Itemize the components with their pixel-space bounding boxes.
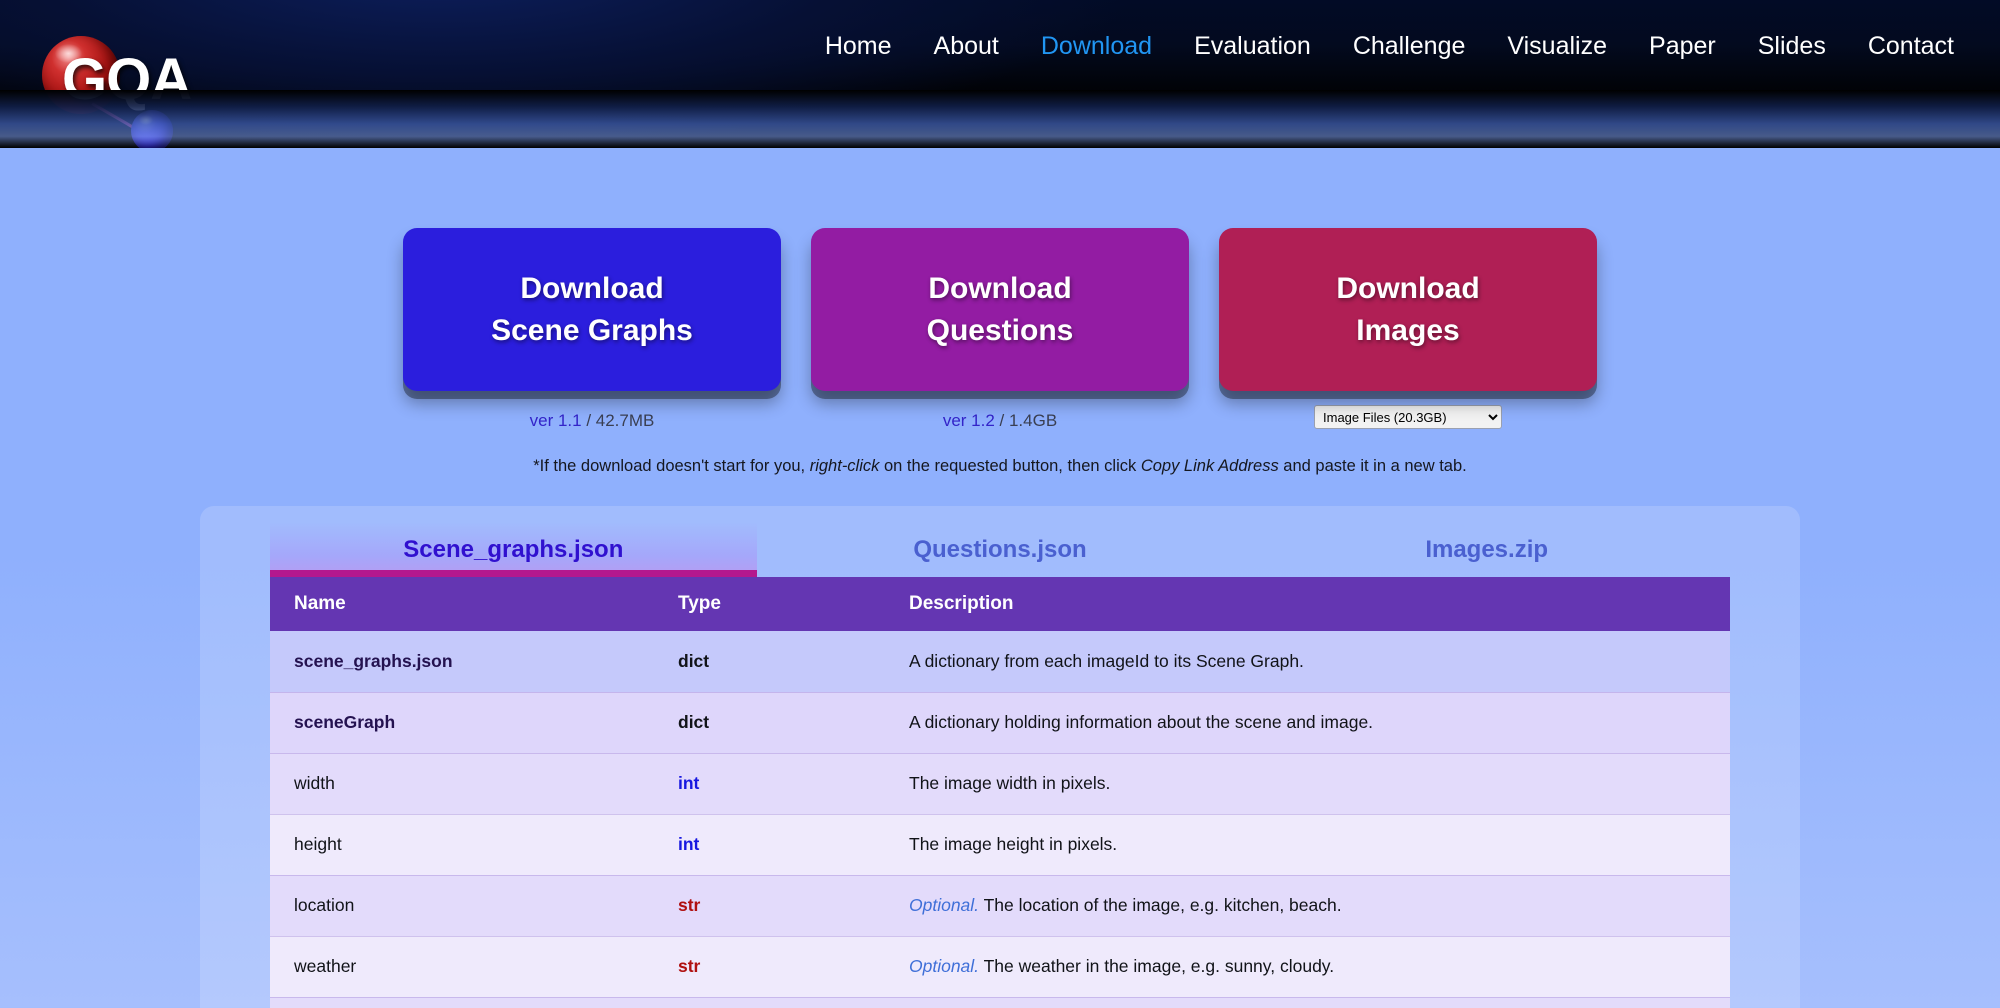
description-text: The image height in pixels. xyxy=(909,834,1117,854)
questions-meta: ver 1.2 / 1.4GB xyxy=(943,411,1057,431)
footnote-part-1: *If the download doesn't start for you, xyxy=(533,457,809,475)
site-header: GQA Home About Download Evaluation Chall… xyxy=(0,0,2000,148)
header-gradient-fade xyxy=(0,90,2000,148)
type-token: dict xyxy=(678,712,709,732)
download-images-group: Download Images Image Files (20.3GB) xyxy=(1219,228,1597,429)
row-name: width xyxy=(270,753,652,814)
row-description: The image height in pixels. xyxy=(885,814,1730,875)
row-type: dict xyxy=(652,631,885,692)
button-line-1: Download xyxy=(520,270,663,308)
table-row: weather str Optional. The weather in the… xyxy=(270,936,1730,997)
download-scene-graphs-group: Download Scene Graphs ver 1.1 / 42.7MB xyxy=(403,228,781,431)
row-description: Optional. The location of the image, e.g… xyxy=(885,875,1730,936)
nav-item-visualize[interactable]: Visualize xyxy=(1507,32,1607,61)
row-description: A dictionary from each imageId to its Sc… xyxy=(885,631,1730,692)
footnote-part-2: on the requested button, then click xyxy=(879,457,1140,475)
row-type: str xyxy=(652,936,885,997)
image-files-select[interactable]: Image Files (20.3GB) xyxy=(1314,405,1502,429)
optional-marker: Optional. xyxy=(909,956,979,976)
footnote-part-3: and paste it in a new tab. xyxy=(1279,457,1467,475)
download-images-button[interactable]: Download Images xyxy=(1219,228,1597,391)
type-token: str xyxy=(678,956,700,976)
download-footnote: *If the download doesn't start for you, … xyxy=(0,457,2000,476)
row-description: Optional. The weather in the image, e.g.… xyxy=(885,936,1730,997)
table-row: height int The image height in pixels. xyxy=(270,814,1730,875)
table-header-row: Name Type Description xyxy=(270,577,1730,631)
button-line-2: Images xyxy=(1356,312,1459,350)
download-questions-group: Download Questions ver 1.2 / 1.4GB xyxy=(811,228,1189,431)
row-description: A dictionary holding information about t… xyxy=(885,692,1730,753)
row-name: scene_graphs.json xyxy=(270,631,652,692)
tab-questions-json[interactable]: Questions.json xyxy=(757,522,1244,577)
row-type: int xyxy=(652,753,885,814)
table-row xyxy=(270,997,1730,1008)
row-name: weather xyxy=(270,936,652,997)
description-text: The image width in pixels. xyxy=(909,773,1110,793)
row-description xyxy=(885,997,1730,1008)
scene-graphs-size: / 42.7MB xyxy=(586,411,654,430)
nav-item-about[interactable]: About xyxy=(934,32,999,61)
description-text: The weather in the image, e.g. sunny, cl… xyxy=(979,956,1334,976)
row-type: int xyxy=(652,814,885,875)
nav-item-paper[interactable]: Paper xyxy=(1649,32,1716,61)
button-line-2: Questions xyxy=(927,312,1074,350)
schema-table: Name Type Description scene_graphs.json … xyxy=(270,577,1730,1008)
row-description: The image width in pixels. xyxy=(885,753,1730,814)
table-body: scene_graphs.json dict A dictionary from… xyxy=(270,631,1730,1008)
footnote-emphasis-copy-link: Copy Link Address xyxy=(1141,457,1279,475)
table-row: sceneGraph dict A dictionary holding inf… xyxy=(270,692,1730,753)
row-name xyxy=(270,997,652,1008)
table-header: Name Type Description xyxy=(270,577,1730,631)
description-text: The location of the image, e.g. kitchen,… xyxy=(979,895,1342,915)
column-header-name: Name xyxy=(270,577,652,631)
nav-item-home[interactable]: Home xyxy=(825,32,892,61)
scene-graphs-meta: ver 1.1 / 42.7MB xyxy=(530,411,655,431)
footnote-emphasis-right-click: right-click xyxy=(810,457,880,475)
questions-size: / 1.4GB xyxy=(1000,411,1058,430)
row-name: location xyxy=(270,875,652,936)
optional-marker: Optional. xyxy=(909,895,979,915)
button-line-2: Scene Graphs xyxy=(491,312,693,350)
row-type xyxy=(652,997,885,1008)
type-token: int xyxy=(678,834,699,854)
description-text: A dictionary holding information about t… xyxy=(909,712,1373,732)
column-header-type: Type xyxy=(652,577,885,631)
tab-scene-graphs-json[interactable]: Scene_graphs.json xyxy=(270,522,757,577)
download-scene-graphs-button[interactable]: Download Scene Graphs xyxy=(403,228,781,391)
row-type: str xyxy=(652,875,885,936)
row-name: sceneGraph xyxy=(270,692,652,753)
row-name: height xyxy=(270,814,652,875)
type-token: dict xyxy=(678,651,709,671)
nav-item-slides[interactable]: Slides xyxy=(1758,32,1826,61)
download-buttons-section: Download Scene Graphs ver 1.1 / 42.7MB D… xyxy=(0,228,2000,431)
scene-graphs-version: ver 1.1 xyxy=(530,411,582,430)
nav-item-download[interactable]: Download xyxy=(1041,32,1152,61)
nav-item-challenge[interactable]: Challenge xyxy=(1353,32,1466,61)
nav-item-contact[interactable]: Contact xyxy=(1868,32,1954,61)
nav-item-evaluation[interactable]: Evaluation xyxy=(1194,32,1311,61)
download-questions-button[interactable]: Download Questions xyxy=(811,228,1189,391)
questions-version: ver 1.2 xyxy=(943,411,995,430)
file-tabs: Scene_graphs.json Questions.json Images.… xyxy=(270,522,1730,577)
table-row: location str Optional. The location of t… xyxy=(270,875,1730,936)
documentation-panel: Scene_graphs.json Questions.json Images.… xyxy=(200,506,1800,1008)
table-row: width int The image width in pixels. xyxy=(270,753,1730,814)
description-text: A dictionary from each imageId to its Sc… xyxy=(909,651,1304,671)
type-token: int xyxy=(678,773,699,793)
button-line-1: Download xyxy=(928,270,1071,308)
row-type: dict xyxy=(652,692,885,753)
main-navigation: Home About Download Evaluation Challenge… xyxy=(825,32,1954,61)
table-row: scene_graphs.json dict A dictionary from… xyxy=(270,631,1730,692)
column-header-description: Description xyxy=(885,577,1730,631)
type-token: str xyxy=(678,895,700,915)
tab-images-zip[interactable]: Images.zip xyxy=(1243,522,1730,577)
button-line-1: Download xyxy=(1336,270,1479,308)
